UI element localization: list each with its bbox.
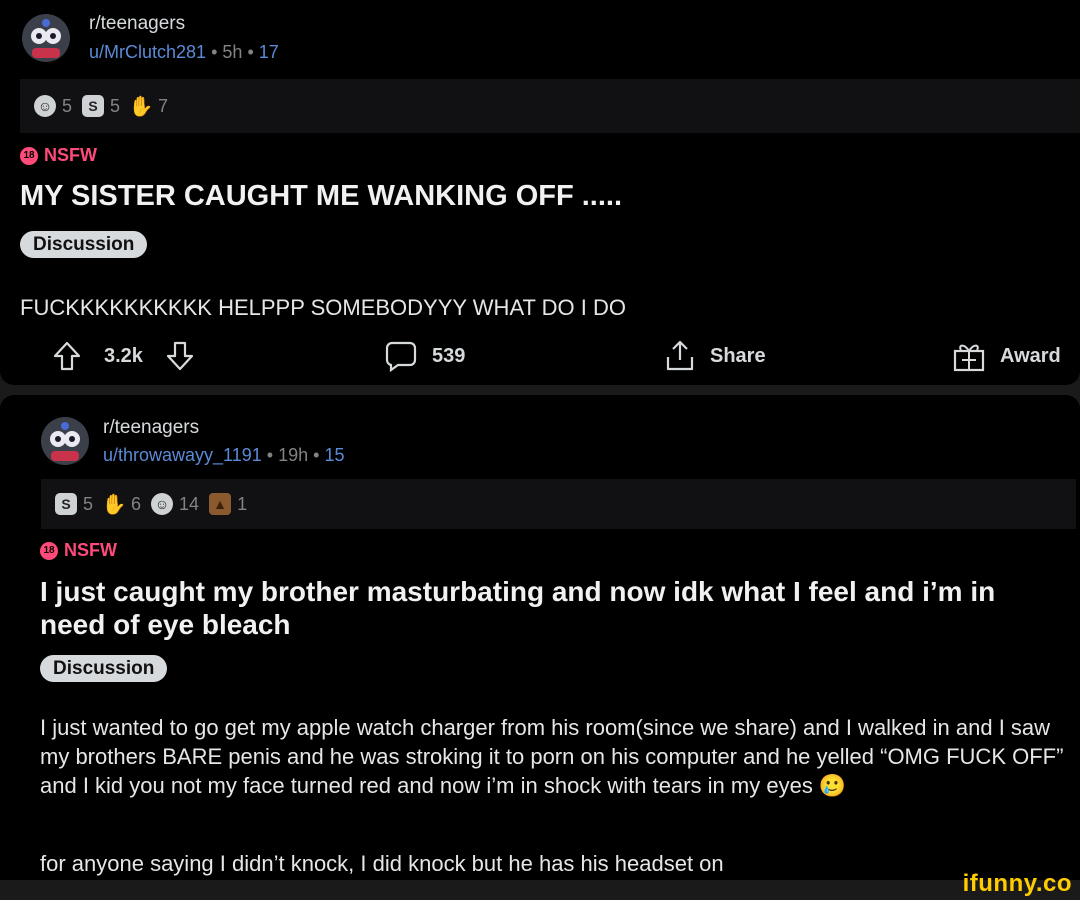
nsfw-tag: 18 NSFW [40, 540, 117, 561]
poop-award-icon: ▲ [209, 493, 232, 515]
upvote-button[interactable] [52, 340, 82, 372]
award-count: 5 [110, 95, 121, 116]
comment-bubble-icon [385, 341, 417, 373]
share-icon [666, 340, 694, 371]
meta-separator: • [247, 42, 254, 62]
comment-count: 539 [432, 344, 466, 367]
upvote-arrow-icon [53, 341, 81, 371]
award-item[interactable]: ▲ 1 [209, 493, 247, 515]
award-item[interactable]: ✋ 6 [101, 493, 142, 516]
silver-award-icon: S [55, 493, 77, 515]
post-title[interactable]: MY SISTER CAUGHT ME WANKING OFF ..... [20, 180, 1020, 213]
award-button[interactable]: Award [952, 334, 1061, 378]
share-label: Share [710, 344, 766, 367]
award-count: 7 [158, 95, 169, 116]
downvote-button[interactable] [165, 340, 195, 372]
facepalm-award-icon: ✋ [101, 493, 127, 516]
nsfw-18-icon: 18 [40, 541, 58, 560]
downvote-arrow-icon [166, 341, 194, 371]
meta-separator: • [211, 42, 218, 62]
share-button[interactable]: Share [664, 334, 766, 378]
post-card-1[interactable]: r/teenagers u/MrClutch281 • 5h • 17 ☺ 5 … [0, 0, 1080, 385]
teenagers-avatar-icon [41, 417, 89, 465]
post-body-edit: for anyone saying I didn’t knock, I did … [40, 851, 724, 876]
nsfw-tag: 18 NSFW [20, 145, 97, 166]
nsfw-label: NSFW [44, 145, 97, 165]
subreddit-name[interactable]: r/teenagers [89, 13, 185, 35]
post-flair[interactable]: Discussion [40, 655, 168, 682]
post-age: 5h [222, 42, 243, 62]
meta-separator: • [313, 445, 320, 465]
award-item[interactable]: ☺ 14 [151, 493, 199, 515]
vote-controls: 3.2k [52, 334, 195, 378]
username-link[interactable]: u/MrClutch281 [89, 42, 206, 62]
post-flair[interactable]: Discussion [20, 231, 148, 258]
username-link[interactable]: u/throwawayy_1191 [103, 445, 262, 465]
meta-separator: • [266, 445, 274, 465]
post-age: 19h [278, 445, 309, 465]
vote-count: 3.2k [104, 344, 143, 367]
post-meta: u/MrClutch281 • 5h • 17 [89, 42, 279, 63]
nsfw-18-icon: 18 [20, 146, 38, 165]
post-title[interactable]: I just caught my brother masturbating an… [40, 575, 1050, 641]
facepalm-award-icon: ✋ [128, 95, 154, 118]
laughing-award-icon: ☺ [151, 493, 174, 515]
silver-award-icon: S [82, 95, 105, 117]
award-count: 14 [179, 493, 200, 514]
award-item[interactable]: ☺ 5 [34, 95, 72, 117]
ifunny-watermark: ifunny.co [962, 870, 1072, 897]
award-item[interactable]: ✋ 7 [128, 95, 169, 118]
subreddit-avatar[interactable] [41, 417, 89, 465]
award-count: 6 [131, 493, 142, 514]
post-points: 15 [324, 445, 345, 465]
award-label: Award [1000, 344, 1061, 367]
post-body: FUCKKKKKKKKKK HELPPP SOMEBODYYY WHAT DO … [20, 295, 626, 320]
subreddit-name[interactable]: r/teenagers [103, 417, 199, 439]
teenagers-avatar-icon [22, 14, 70, 62]
award-count: 5 [83, 493, 94, 514]
post-points: 17 [258, 42, 279, 62]
laughing-award-icon: ☺ [34, 95, 56, 117]
award-count: 5 [62, 95, 73, 116]
post-meta: u/throwawayy_1191 • 19h • 15 [103, 445, 345, 466]
nsfw-label: NSFW [64, 540, 117, 560]
awards-bar[interactable]: S 5 ✋ 6 ☺ 14 ▲ 1 [41, 479, 1076, 529]
comments-button[interactable]: 539 [384, 334, 465, 378]
gift-icon [953, 344, 985, 372]
award-item[interactable]: S 5 [82, 95, 120, 117]
award-count: 1 [237, 493, 248, 514]
post-body: I just wanted to go get my apple watch c… [40, 715, 1064, 798]
awards-bar[interactable]: ☺ 5 S 5 ✋ 7 [20, 79, 1080, 133]
post-actions: 3.2k 539 Share Award [0, 334, 1080, 378]
subreddit-avatar[interactable] [22, 14, 70, 62]
award-item[interactable]: S 5 [55, 493, 93, 515]
